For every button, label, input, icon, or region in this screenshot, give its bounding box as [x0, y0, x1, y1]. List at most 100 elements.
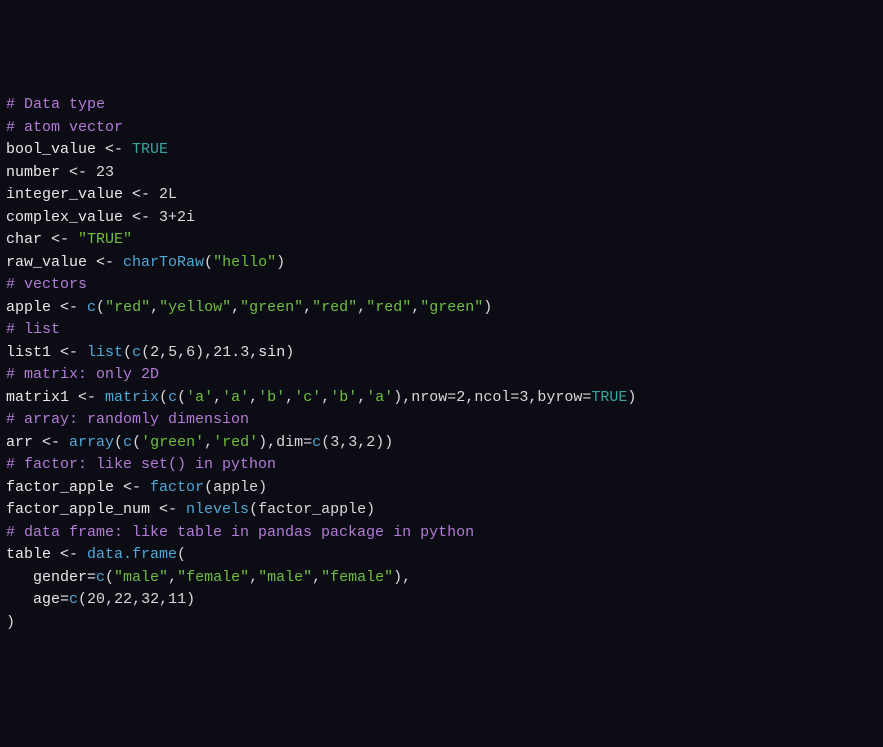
code-token: c [123, 434, 132, 451]
code-token: , [312, 569, 321, 586]
code-token: ) [483, 299, 492, 316]
code-token: 'red' [213, 434, 258, 451]
code-line[interactable]: # atom vector [6, 117, 877, 140]
code-token: "red" [105, 299, 150, 316]
code-token: , [231, 299, 240, 316]
code-token: , [159, 591, 168, 608]
code-token: nrow= [411, 389, 456, 406]
code-token: ( [123, 344, 132, 361]
code-token: sin [258, 344, 285, 361]
code-token: , [132, 591, 141, 608]
code-token: "green" [240, 299, 303, 316]
code-token: apple [6, 299, 60, 316]
code-token: 21.3 [213, 344, 249, 361]
code-token: 'a' [366, 389, 393, 406]
code-token: data.frame [87, 546, 177, 563]
code-line[interactable]: matrix1 <- matrix(c('a','a','b','c','b',… [6, 387, 877, 410]
code-token: ncol= [474, 389, 519, 406]
code-token: , [159, 344, 168, 361]
code-token: # list [6, 321, 60, 338]
code-token: dim= [276, 434, 312, 451]
code-line[interactable]: apple <- c("red","yellow","green","red",… [6, 297, 877, 320]
code-line[interactable]: bool_value <- TRUE [6, 139, 877, 162]
code-token: "TRUE" [78, 231, 132, 248]
code-token: ( [177, 546, 186, 563]
code-token: 'c' [294, 389, 321, 406]
code-token: (apple) [204, 479, 267, 496]
code-token: <- [132, 209, 159, 226]
code-token: c [132, 344, 141, 361]
code-token: <- [60, 344, 87, 361]
code-token: factor_apple [6, 479, 123, 496]
code-line[interactable]: # vectors [6, 274, 877, 297]
code-token: (factor_apple) [249, 501, 375, 518]
code-token: ) [285, 344, 294, 361]
code-line[interactable]: # factor: like set() in python [6, 454, 877, 477]
code-token: , [465, 389, 474, 406]
code-token: , [105, 591, 114, 608]
code-line[interactable]: # data frame: like table in pandas packa… [6, 522, 877, 545]
code-line[interactable]: table <- data.frame( [6, 544, 877, 567]
code-line[interactable]: factor_apple <- factor(apple) [6, 477, 877, 500]
code-token: ( [114, 434, 123, 451]
code-line[interactable]: # matrix: only 2D [6, 364, 877, 387]
code-token: ), [195, 344, 213, 361]
code-editor[interactable]: # Data type# atom vectorbool_value <- TR… [6, 94, 877, 634]
code-token: 'b' [330, 389, 357, 406]
code-token: 3 [348, 434, 357, 451]
code-token: gender= [6, 569, 96, 586]
code-line[interactable]: # Data type [6, 94, 877, 117]
code-token: 22 [114, 591, 132, 608]
code-token: c [96, 569, 105, 586]
code-token: ( [105, 569, 114, 586]
code-token: charToRaw [123, 254, 204, 271]
code-line[interactable]: factor_apple_num <- nlevels(factor_apple… [6, 499, 877, 522]
code-line[interactable]: char <- "TRUE" [6, 229, 877, 252]
code-line[interactable]: age=c(20,22,32,11) [6, 589, 877, 612]
code-line[interactable]: complex_value <- 3+2i [6, 207, 877, 230]
code-token: "red" [312, 299, 357, 316]
code-token: <- [51, 231, 78, 248]
code-token: , [249, 344, 258, 361]
code-token: ( [96, 299, 105, 316]
code-token: 23 [96, 164, 114, 181]
code-line[interactable]: number <- 23 [6, 162, 877, 185]
code-token: ( [204, 254, 213, 271]
code-token: <- [60, 299, 87, 316]
code-line[interactable]: gender=c("male","female","male","female"… [6, 567, 877, 590]
code-token: 'a' [222, 389, 249, 406]
code-token: bool_value [6, 141, 105, 158]
code-token: , [150, 299, 159, 316]
code-token: "female" [321, 569, 393, 586]
code-line[interactable]: ) [6, 612, 877, 635]
code-line[interactable]: arr <- array(c('green','red'),dim=c(3,3,… [6, 432, 877, 455]
code-token: char [6, 231, 51, 248]
code-token: 11 [168, 591, 186, 608]
code-token: "male" [114, 569, 168, 586]
code-token: 2L [159, 186, 177, 203]
code-line[interactable]: list1 <- list(c(2,5,6),21.3,sin) [6, 342, 877, 365]
code-token: <- [105, 141, 132, 158]
code-line[interactable]: # array: randomly dimension [6, 409, 877, 432]
code-token: "red" [366, 299, 411, 316]
code-token: , [357, 389, 366, 406]
code-token: 2 [456, 389, 465, 406]
code-token: ), [258, 434, 276, 451]
code-token: 3 [519, 389, 528, 406]
code-token: , [357, 299, 366, 316]
code-token: , [177, 344, 186, 361]
code-token: ( [321, 434, 330, 451]
code-token: list1 [6, 344, 60, 361]
code-token: c [87, 299, 96, 316]
code-token: c [69, 591, 78, 608]
code-token: <- [132, 186, 159, 203]
code-token: ) [627, 389, 636, 406]
code-token: <- [78, 389, 105, 406]
code-token: # array: randomly dimension [6, 411, 249, 428]
code-line[interactable]: integer_value <- 2L [6, 184, 877, 207]
code-token: "hello" [213, 254, 276, 271]
code-token: <- [69, 164, 96, 181]
code-line[interactable]: raw_value <- charToRaw("hello") [6, 252, 877, 275]
code-token: TRUE [591, 389, 627, 406]
code-line[interactable]: # list [6, 319, 877, 342]
